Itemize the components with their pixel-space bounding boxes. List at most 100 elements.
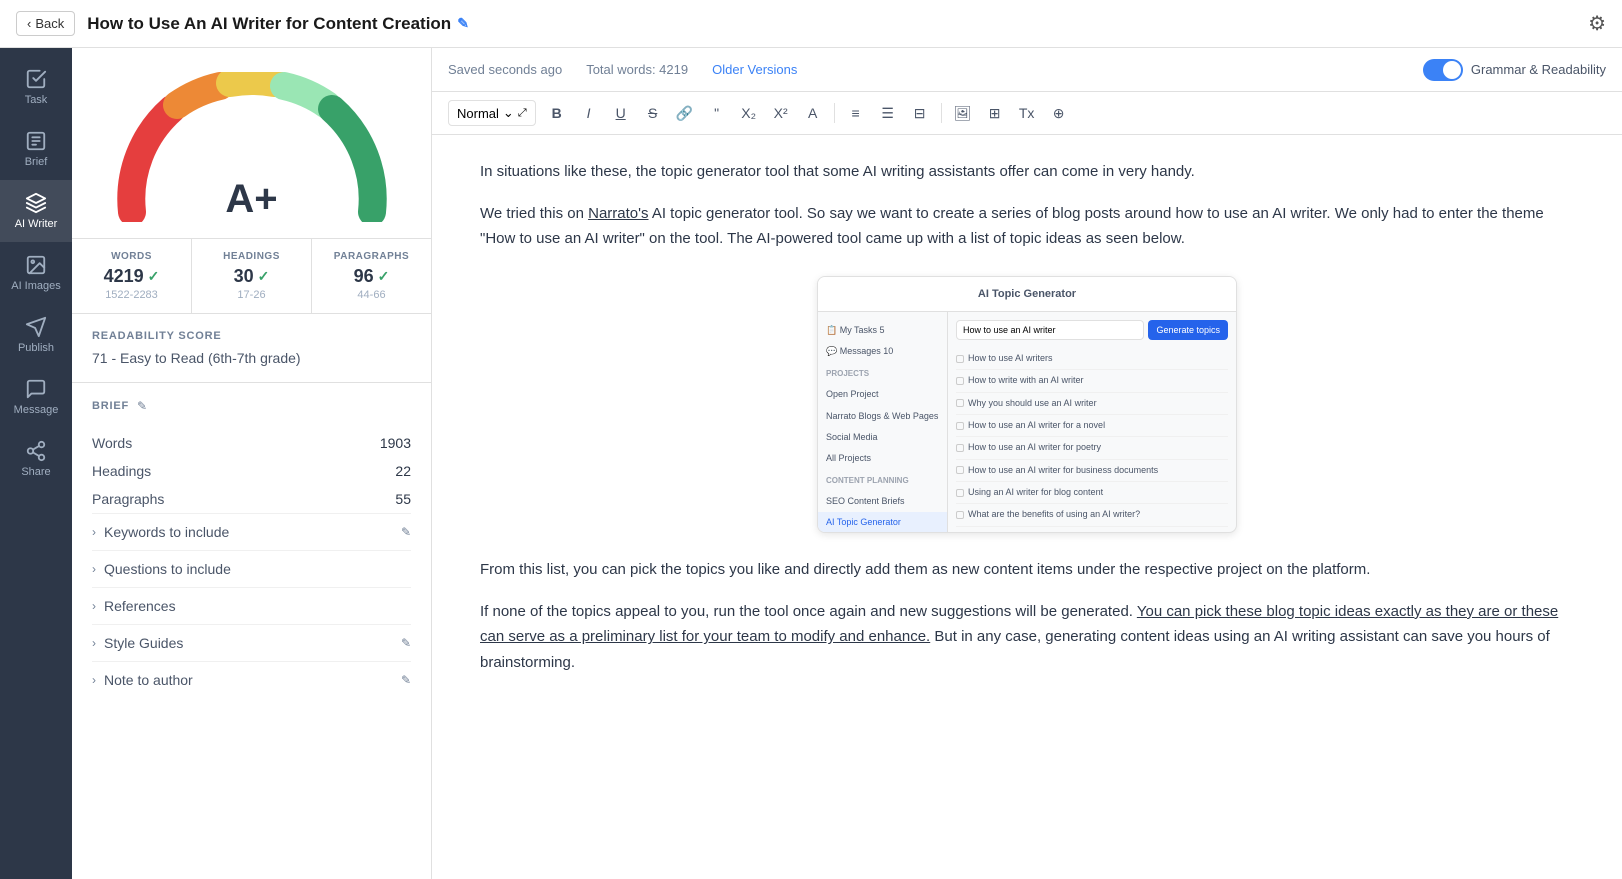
chevron-icon: ›	[92, 673, 96, 687]
chevron-icon: ›	[92, 525, 96, 539]
sidebar-item-publish[interactable]: Publish	[0, 304, 72, 366]
dropdown-arrow-icon: ⌄	[503, 105, 514, 121]
numbered-list-button[interactable]: ☰	[873, 98, 903, 128]
collapsible-questions[interactable]: › Questions to include	[92, 550, 411, 587]
insert-button[interactable]: ⊕	[1044, 98, 1074, 128]
chevron-icon: ›	[92, 636, 96, 650]
sidebar-item-share[interactable]: Share	[0, 428, 72, 490]
ss-ai-topic-generator: AI Topic Generator	[818, 512, 947, 532]
stats-row: WORDS 4219 ✓ 1522-2283 HEADINGS 30 ✓ 17-…	[72, 239, 431, 314]
headings-stat-label: HEADINGS	[208, 251, 295, 262]
sidebar-label-message: Message	[14, 404, 59, 416]
ss-generate-btn: Generate topics	[1148, 320, 1228, 340]
paragraphs-stat-label: PARAGRAPHS	[328, 251, 415, 262]
expand-icon: ⤢	[518, 107, 527, 120]
brief-row-words: Words 1903	[92, 429, 411, 457]
left-panel: A+ WORDS 4219 ✓ 1522-2283 HEADINGS 30 ✓ …	[72, 48, 432, 879]
brief-paragraphs-value: 55	[395, 491, 411, 507]
gauge-section: A+	[72, 48, 431, 239]
strikethrough-button[interactable]: S	[638, 98, 668, 128]
table-button[interactable]: ⊞	[980, 98, 1010, 128]
brief-headings-value: 22	[395, 463, 411, 479]
format-style-dropdown[interactable]: Normal ⌄ ⤢	[448, 100, 536, 126]
ss-seo-briefs: SEO Content Briefs	[818, 491, 947, 512]
collapsible-keywords[interactable]: › Keywords to include ✎	[92, 513, 411, 550]
chevron-icon: ›	[92, 599, 96, 613]
keywords-label: Keywords to include	[104, 524, 393, 540]
sidebar-item-message[interactable]: Message	[0, 366, 72, 428]
font-color-button[interactable]: A	[798, 98, 828, 128]
collapsible-note-to-author[interactable]: › Note to author ✎	[92, 661, 411, 698]
gauge-grade: A+	[225, 177, 277, 222]
italic-button[interactable]: I	[574, 98, 604, 128]
bold-button[interactable]: B	[542, 98, 572, 128]
format-toolbar: Normal ⌄ ⤢ B I U S 🔗 " X₂ X² A ≡ ☰ ⊟ 🖼 ⊞…	[432, 92, 1622, 135]
chevron-icon: ›	[92, 562, 96, 576]
editor-topbar: Saved seconds ago Total words: 4219 Olde…	[432, 48, 1622, 92]
keywords-edit-icon[interactable]: ✎	[401, 525, 411, 539]
grammar-toggle-switch[interactable]	[1423, 59, 1463, 81]
style-guides-edit-icon[interactable]: ✎	[401, 636, 411, 650]
screenshot-title: AI Topic Generator	[818, 277, 1236, 313]
narrato-link[interactable]: Narrato's	[588, 205, 648, 222]
editor-meta: Saved seconds ago Total words: 4219 Olde…	[448, 62, 797, 77]
headings-stat: HEADINGS 30 ✓ 17-26	[192, 239, 312, 313]
underline-button[interactable]: U	[606, 98, 636, 128]
sidebar-label-brief: Brief	[25, 156, 48, 168]
grammar-toggle: Grammar & Readability	[1423, 59, 1606, 81]
collapsible-references[interactable]: › References	[92, 587, 411, 624]
sidebar-label-task: Task	[25, 94, 48, 106]
clear-format-button[interactable]: Tx	[1012, 98, 1042, 128]
brief-edit-icon[interactable]: ✎	[137, 399, 147, 413]
brief-words-label: Words	[92, 435, 132, 451]
brief-title: BRIEF	[92, 400, 129, 412]
link-button[interactable]: 🔗	[670, 98, 700, 128]
subscript-button[interactable]: X₂	[734, 98, 764, 128]
brief-row-headings: Headings 22	[92, 457, 411, 485]
title-edit-icon[interactable]: ✎	[457, 15, 469, 32]
sidebar-label-ai-writer: AI Writer	[15, 218, 58, 230]
readability-section: READABILITY SCORE 71 - Easy to Read (6th…	[72, 314, 431, 383]
quote-button[interactable]: "	[702, 98, 732, 128]
bullet-list-button[interactable]: ≡	[841, 98, 871, 128]
words-stat: WORDS 4219 ✓ 1522-2283	[72, 239, 192, 313]
grammar-label: Grammar & Readability	[1471, 62, 1606, 77]
words-check-icon: ✓	[148, 268, 160, 285]
page-title: How to Use An AI Writer for Content Crea…	[87, 14, 469, 34]
save-status: Saved seconds ago	[448, 62, 562, 77]
screenshot-container: AI Topic Generator 📋 My Tasks 5 💬 Messag…	[480, 276, 1574, 534]
readability-score: 71 - Easy to Read (6th-7th grade)	[92, 350, 411, 366]
paragraphs-check-icon: ✓	[378, 268, 390, 285]
sidebar-item-brief[interactable]: Brief	[0, 118, 72, 180]
ss-narrato-blogs: Narrato Blogs & Web Pages	[818, 406, 947, 427]
brief-words-value: 1903	[380, 435, 411, 451]
sidebar-item-ai-writer[interactable]: AI Writer	[0, 180, 72, 242]
gauge-container: A+	[112, 72, 392, 222]
paragraphs-stat-value: 96 ✓	[328, 266, 415, 287]
icon-sidebar: Task Brief AI Writer AI Images Publish M…	[0, 48, 72, 879]
words-range: 1522-2283	[88, 289, 175, 301]
note-to-author-edit-icon[interactable]: ✎	[401, 673, 411, 687]
ss-input-row: Generate topics	[956, 320, 1228, 340]
ss-open-project: Open Project	[818, 384, 947, 405]
superscript-button[interactable]: X²	[766, 98, 796, 128]
brief-paragraphs-label: Paragraphs	[92, 491, 164, 507]
headings-stat-value: 30 ✓	[208, 266, 295, 287]
ss-all-projects: All Projects	[818, 448, 947, 469]
brief-row-paragraphs: Paragraphs 55	[92, 485, 411, 513]
content-paragraph-1: In situations like these, the topic gene…	[480, 159, 1574, 185]
editor-content[interactable]: In situations like these, the topic gene…	[432, 135, 1622, 879]
readability-label: READABILITY SCORE	[92, 330, 411, 342]
collapsible-style-guides[interactable]: › Style Guides ✎	[92, 624, 411, 661]
ss-input	[956, 320, 1144, 340]
headings-range: 17-26	[208, 289, 295, 301]
toolbar-divider	[834, 103, 835, 123]
sidebar-item-task[interactable]: Task	[0, 56, 72, 118]
paragraphs-stat: PARAGRAPHS 96 ✓ 44-66	[312, 239, 431, 313]
older-versions-link[interactable]: Older Versions	[712, 62, 797, 77]
back-button[interactable]: ‹ Back	[16, 11, 75, 36]
align-button[interactable]: ⊟	[905, 98, 935, 128]
settings-icon[interactable]: ⚙	[1588, 11, 1606, 36]
sidebar-item-ai-images[interactable]: AI Images	[0, 242, 72, 304]
image-button[interactable]: 🖼	[948, 98, 978, 128]
